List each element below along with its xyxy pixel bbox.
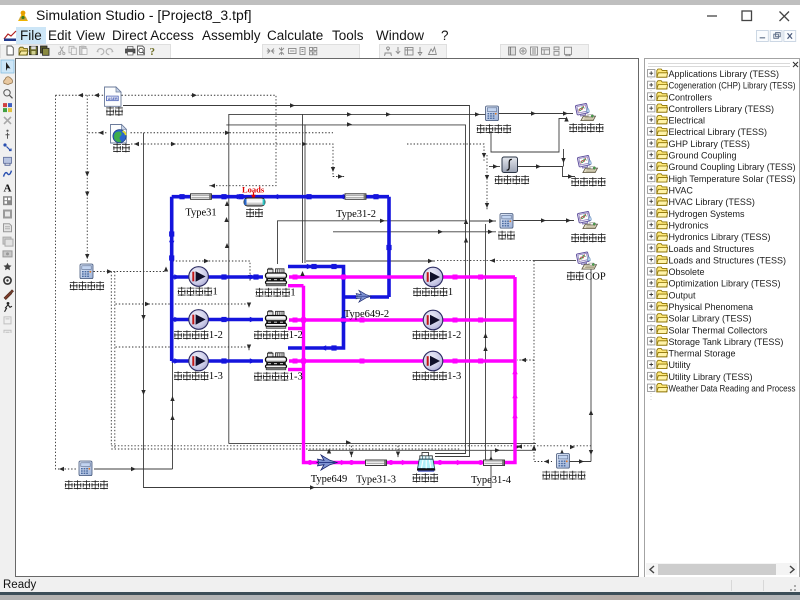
svg-text:Optimization Library (TESS): Optimization Library (TESS) xyxy=(669,279,781,289)
svg-text:1-2: 1-2 xyxy=(209,330,223,341)
svg-text:Thermal Storage: Thermal Storage xyxy=(669,349,736,359)
svg-text:1-3: 1-3 xyxy=(447,371,461,382)
svg-text:Controllers Library (TESS): Controllers Library (TESS) xyxy=(669,104,775,114)
svg-text:Solar Library (TESS): Solar Library (TESS) xyxy=(669,314,752,324)
svg-text:Type649: Type649 xyxy=(311,474,348,485)
svg-text:A: A xyxy=(4,182,12,194)
svg-text:Weather Data Reading and Proce: Weather Data Reading and Process xyxy=(669,384,796,394)
svg-text:Storage Tank Library (TESS): Storage Tank Library (TESS) xyxy=(669,337,784,347)
svg-text:Type31-3: Type31-3 xyxy=(356,475,396,486)
svg-text:Type31: Type31 xyxy=(185,208,216,219)
svg-text:1-2: 1-2 xyxy=(447,330,461,341)
svg-text:Hydronics Library (TESS): Hydronics Library (TESS) xyxy=(669,232,771,242)
svg-text:Output: Output xyxy=(669,290,697,300)
svg-text:1: 1 xyxy=(448,287,453,298)
svg-text:Utility: Utility xyxy=(669,360,691,370)
svg-text:Obsolete: Obsolete xyxy=(669,267,705,277)
svg-text:1: 1 xyxy=(213,287,218,298)
svg-text:Physical Phenomena: Physical Phenomena xyxy=(669,302,754,312)
svg-text:Type31-4: Type31-4 xyxy=(471,475,512,486)
svg-text:Hydronics: Hydronics xyxy=(669,221,710,231)
svg-text:High Temperature Solar (TESS): High Temperature Solar (TESS) xyxy=(669,174,796,184)
svg-text:1-3: 1-3 xyxy=(209,371,223,382)
svg-text:Type649-2: Type649-2 xyxy=(344,309,389,320)
svg-text:Hydrogen Systems: Hydrogen Systems xyxy=(669,209,746,219)
svg-text:Cogeneration (CHP) Library (TE: Cogeneration (CHP) Library (TESS) xyxy=(669,81,796,91)
svg-text:Controllers: Controllers xyxy=(669,92,713,102)
svg-text:1: 1 xyxy=(290,288,295,299)
svg-text:1-2: 1-2 xyxy=(289,330,303,341)
svg-text:Solar Thermal Collectors: Solar Thermal Collectors xyxy=(669,325,768,335)
svg-text:Ground Coupling: Ground Coupling xyxy=(669,151,737,161)
svg-text:Loads and Structures (TESS): Loads and Structures (TESS) xyxy=(669,255,787,265)
svg-text:HVAC: HVAC xyxy=(669,186,694,196)
svg-text:HVAC Library (TESS): HVAC Library (TESS) xyxy=(669,197,755,207)
svg-text:Ground Coupling Library (TESS): Ground Coupling Library (TESS) xyxy=(669,162,796,172)
svg-text:Applications Library (TESS): Applications Library (TESS) xyxy=(669,69,780,79)
svg-text:?: ? xyxy=(150,46,156,58)
svg-text:1-3: 1-3 xyxy=(289,372,303,383)
svg-text:Utility Library (TESS): Utility Library (TESS) xyxy=(669,372,753,382)
svg-text:COP: COP xyxy=(585,271,606,282)
svg-text:Electrical Library (TESS): Electrical Library (TESS) xyxy=(669,127,768,137)
svg-text:Electrical: Electrical xyxy=(669,116,706,126)
svg-text:Loads and Structures: Loads and Structures xyxy=(669,244,755,254)
svg-text:GHP Library (TESS): GHP Library (TESS) xyxy=(669,139,750,149)
svg-text:Type31-2: Type31-2 xyxy=(336,209,376,220)
